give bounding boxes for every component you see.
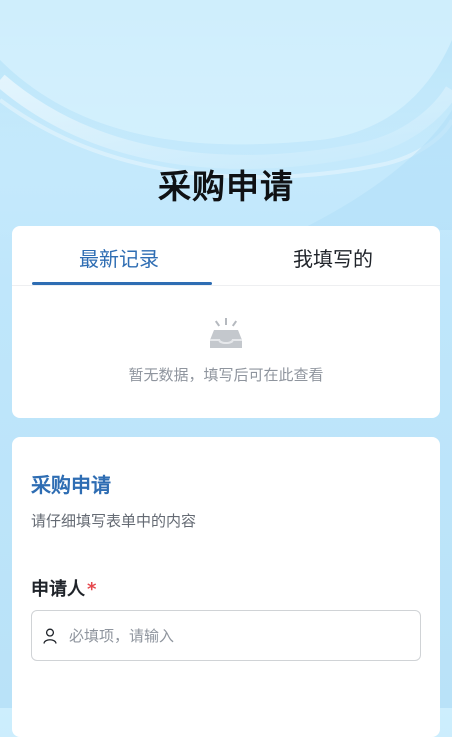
empty-state: 暂无数据，填写后可在此查看 xyxy=(12,318,440,385)
applicant-label-text: 申请人 xyxy=(31,579,85,600)
inbox-empty-icon xyxy=(208,318,244,350)
active-tab-indicator xyxy=(32,282,212,285)
form-description: 请仔细填写表单中的内容 xyxy=(31,512,197,530)
applicant-input[interactable] xyxy=(67,625,391,646)
empty-state-text: 暂无数据，填写后可在此查看 xyxy=(128,366,324,384)
form-title: 采购申请 xyxy=(31,473,111,497)
applicant-input-box[interactable] xyxy=(31,610,421,661)
required-marker: * xyxy=(87,579,97,600)
applicant-label: 申请人 * xyxy=(31,575,96,601)
records-tabs: 最新记录 我填写的 xyxy=(12,226,440,286)
tab-my-submissions[interactable]: 我填写的 xyxy=(226,226,440,285)
form-card: 采购申请 请仔细填写表单中的内容 申请人 * xyxy=(12,437,440,737)
records-card: 最新记录 我填写的 暂无数据，填写后可在此查看 xyxy=(12,226,440,418)
user-icon xyxy=(43,628,57,644)
page-title: 采购申请 xyxy=(158,167,294,206)
tab-latest-records[interactable]: 最新记录 xyxy=(12,226,226,285)
